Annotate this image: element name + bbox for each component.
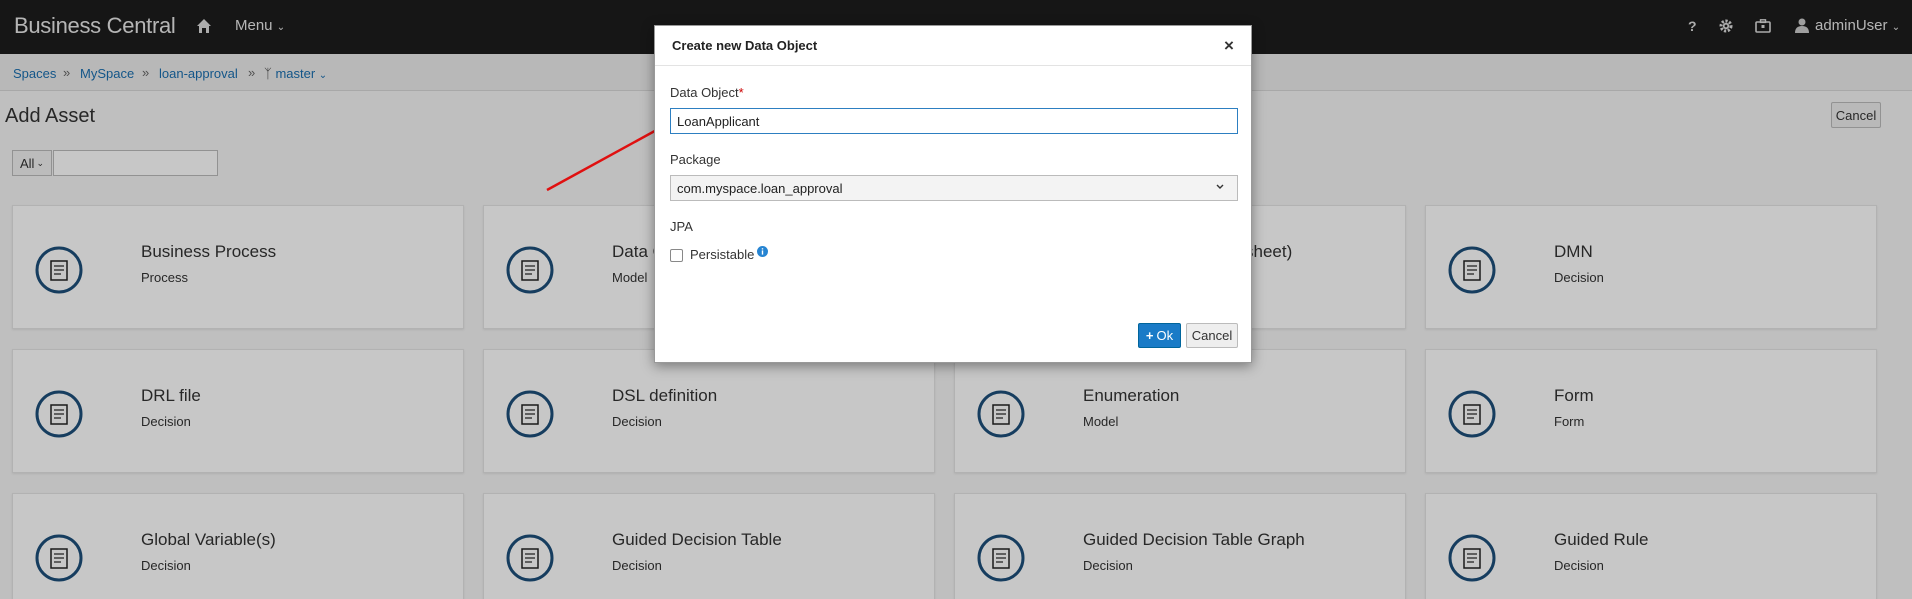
package-value: com.myspace.loan_approval — [677, 181, 843, 196]
dialog-cancel-button[interactable]: Cancel — [1186, 323, 1238, 348]
package-label: Package — [670, 152, 721, 167]
dialog-title: Create new Data Object — [672, 38, 818, 53]
create-data-object-dialog: Create new Data Object × Data Object* Lo… — [654, 25, 1252, 363]
data-object-input[interactable]: LoanApplicant — [670, 108, 1238, 134]
info-icon[interactable] — [757, 246, 768, 257]
persistable-checkbox[interactable] — [670, 249, 683, 262]
persistable-label: Persistable — [690, 247, 755, 262]
data-object-label: Data Object* — [670, 85, 744, 100]
chevron-down-icon — [1216, 184, 1224, 189]
plus-icon: + — [1145, 328, 1154, 343]
dialog-header: Create new Data Object × — [655, 26, 1251, 66]
close-icon[interactable]: × — [1224, 36, 1234, 56]
jpa-label: JPA — [670, 219, 693, 234]
ok-label: Ok — [1156, 328, 1174, 343]
ok-button[interactable]: + Ok — [1138, 323, 1181, 348]
package-select[interactable]: com.myspace.loan_approval — [670, 175, 1238, 201]
